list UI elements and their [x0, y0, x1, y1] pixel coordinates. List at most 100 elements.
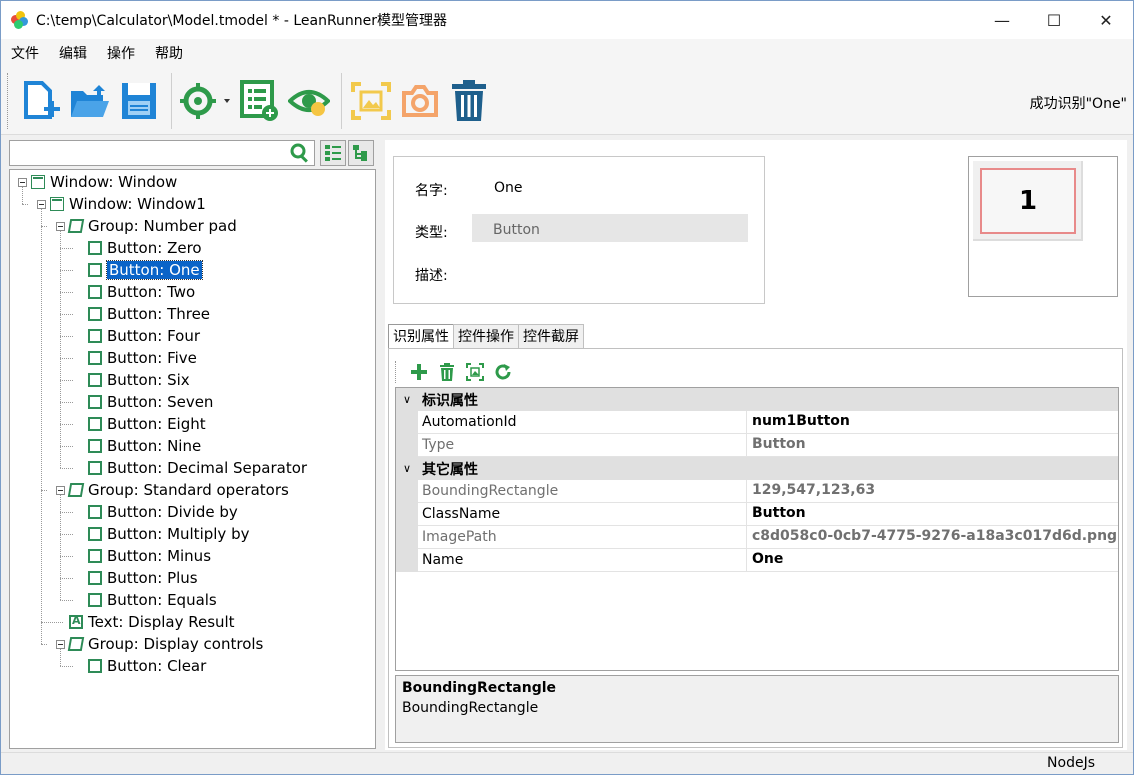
property-column-divider[interactable]	[746, 503, 747, 526]
menu-file[interactable]: 文件	[11, 43, 39, 63]
panel-splitter[interactable]	[378, 140, 384, 750]
tree-node[interactable]: Button: Minus	[88, 545, 211, 567]
property-column-divider[interactable]	[746, 434, 747, 457]
property-row[interactable]: AutomationId num1Button	[396, 411, 1118, 434]
element-tree[interactable]: Window: Window Window: Window1 Group: Numb…	[9, 169, 376, 749]
menu-action[interactable]: 操作	[107, 43, 135, 63]
tree-node[interactable]: Button: Decimal Separator	[88, 457, 307, 479]
tree-node[interactable]: Button: One	[88, 259, 203, 281]
property-value[interactable]: num1Button	[752, 413, 850, 429]
search-field[interactable]	[9, 140, 315, 166]
tab-control-operations[interactable]: 控件操作	[453, 324, 519, 349]
property-value[interactable]: One	[752, 551, 783, 567]
tree-node[interactable]: Button: Six	[88, 369, 190, 391]
tree-node[interactable]: Button: Eight	[88, 413, 206, 435]
capture-property-button[interactable]	[461, 360, 489, 384]
chevron-down-icon[interactable]: ∨	[396, 393, 418, 406]
save-button[interactable]	[116, 73, 162, 129]
tree-node[interactable]: Button: Divide by	[88, 501, 238, 523]
open-button[interactable]	[67, 73, 113, 129]
tree-node[interactable]: Group: Number pad	[56, 215, 237, 237]
property-category[interactable]: ∨ 其它属性	[396, 457, 1118, 480]
search-icon[interactable]	[290, 143, 310, 163]
property-value[interactable]: Button	[752, 505, 806, 521]
menu-edit[interactable]: 编辑	[59, 43, 87, 63]
highlight-button[interactable]	[286, 73, 332, 129]
minimize-button[interactable]: —	[979, 1, 1025, 39]
element-info-box: 名字: One 类型: Button 描述:	[393, 156, 765, 304]
tree-node[interactable]: Button: Nine	[88, 435, 201, 457]
property-row-gutter	[396, 549, 418, 572]
tree-connector	[60, 358, 73, 359]
tab-control-screenshot[interactable]: 控件截屏	[518, 324, 584, 349]
tree-node[interactable]: Button: Multiply by	[88, 523, 249, 545]
chevron-down-icon[interactable]: ∨	[396, 462, 418, 475]
menu-help[interactable]: 帮助	[155, 43, 183, 63]
expand-all-button[interactable]	[320, 140, 346, 166]
tree-node[interactable]: Group: Display controls	[56, 633, 263, 655]
win-node-icon	[31, 175, 45, 189]
tree-node-label: Button: Eight	[107, 415, 206, 433]
collapse-all-button[interactable]	[348, 140, 374, 166]
delete-button[interactable]	[446, 73, 492, 129]
tree-node[interactable]: Group: Standard operators	[56, 479, 289, 501]
button-node-icon	[88, 659, 102, 673]
tree-node[interactable]: Button: Plus	[88, 567, 198, 589]
tab-recognition-properties[interactable]: 识别属性	[388, 324, 454, 350]
tree-node[interactable]: Button: Four	[88, 325, 200, 347]
maximize-button[interactable]: ☐	[1031, 1, 1077, 39]
screenshot-region-button[interactable]	[348, 73, 394, 129]
button-node-icon	[88, 329, 102, 343]
tree-node[interactable]: Button: Five	[88, 347, 197, 369]
tree-collapse-toggle[interactable]	[37, 199, 46, 209]
property-column-divider[interactable]	[746, 411, 747, 434]
property-row[interactable]: ClassName Button	[396, 503, 1118, 526]
tree-node[interactable]: Button: Three	[88, 303, 210, 325]
tree-node[interactable]: Text: Display Result	[69, 611, 235, 633]
add-property-button[interactable]	[405, 360, 433, 384]
search-input[interactable]	[10, 141, 280, 165]
tree-collapse-toggle[interactable]	[56, 221, 65, 231]
tree-node[interactable]: Window: Window	[18, 171, 177, 193]
tree-node[interactable]: Button: Two	[88, 281, 195, 303]
main-toolbar: 成功识别"One"	[1, 67, 1133, 135]
tree-node[interactable]: Button: Seven	[88, 391, 213, 413]
tree-node-label: Window: Window	[50, 173, 178, 191]
toolbar-grip[interactable]	[7, 72, 10, 129]
tree-connector	[60, 314, 73, 315]
property-row[interactable]: BoundingRectangle 129,547,123,63	[396, 480, 1118, 503]
tree-node-label: Button: Three	[107, 305, 211, 323]
property-toolbar-grip[interactable]	[395, 361, 397, 383]
property-column-divider[interactable]	[746, 549, 747, 572]
property-row[interactable]: ImagePath c8d058c0-0cb7-4775-9276-a18a3c0…	[396, 526, 1118, 549]
thumbnail-button-preview: 1	[980, 168, 1076, 234]
tree-node[interactable]: Window: Window1	[37, 193, 206, 215]
tree-collapse-toggle[interactable]	[56, 639, 65, 649]
tree-collapse-toggle[interactable]	[56, 485, 65, 495]
add-to-list-button[interactable]	[237, 73, 283, 129]
property-category[interactable]: ∨ 标识属性	[396, 388, 1118, 411]
close-button[interactable]: ✕	[1083, 1, 1129, 39]
property-row[interactable]: Name One	[396, 549, 1118, 572]
tree-expand-icon	[325, 145, 341, 161]
tree-collapse-toggle[interactable]	[18, 177, 27, 187]
trash-icon	[452, 79, 486, 121]
delete-property-button[interactable]	[433, 360, 461, 384]
property-row-gutter	[396, 411, 418, 434]
property-row[interactable]: Type Button	[396, 434, 1118, 457]
camera-button[interactable]	[397, 73, 443, 129]
tree-node[interactable]: Button: Equals	[88, 589, 217, 611]
tree-connector	[60, 578, 73, 579]
property-column-divider[interactable]	[746, 526, 747, 549]
tree-connector	[60, 512, 73, 513]
refresh-button[interactable]	[489, 360, 517, 384]
tree-node[interactable]: Button: Zero	[88, 237, 202, 259]
tree-node[interactable]: Button: Clear	[88, 655, 206, 677]
property-column-divider[interactable]	[746, 480, 747, 503]
tab-content: ∨ 标识属性 AutomationId num1Button Type Button ∨ 其它…	[388, 348, 1123, 748]
capture-target-button[interactable]	[178, 73, 234, 129]
text-node-icon	[69, 614, 83, 629]
property-name: Type	[422, 437, 455, 453]
description-label: 描述:	[415, 268, 448, 284]
new-model-button[interactable]	[18, 73, 64, 129]
